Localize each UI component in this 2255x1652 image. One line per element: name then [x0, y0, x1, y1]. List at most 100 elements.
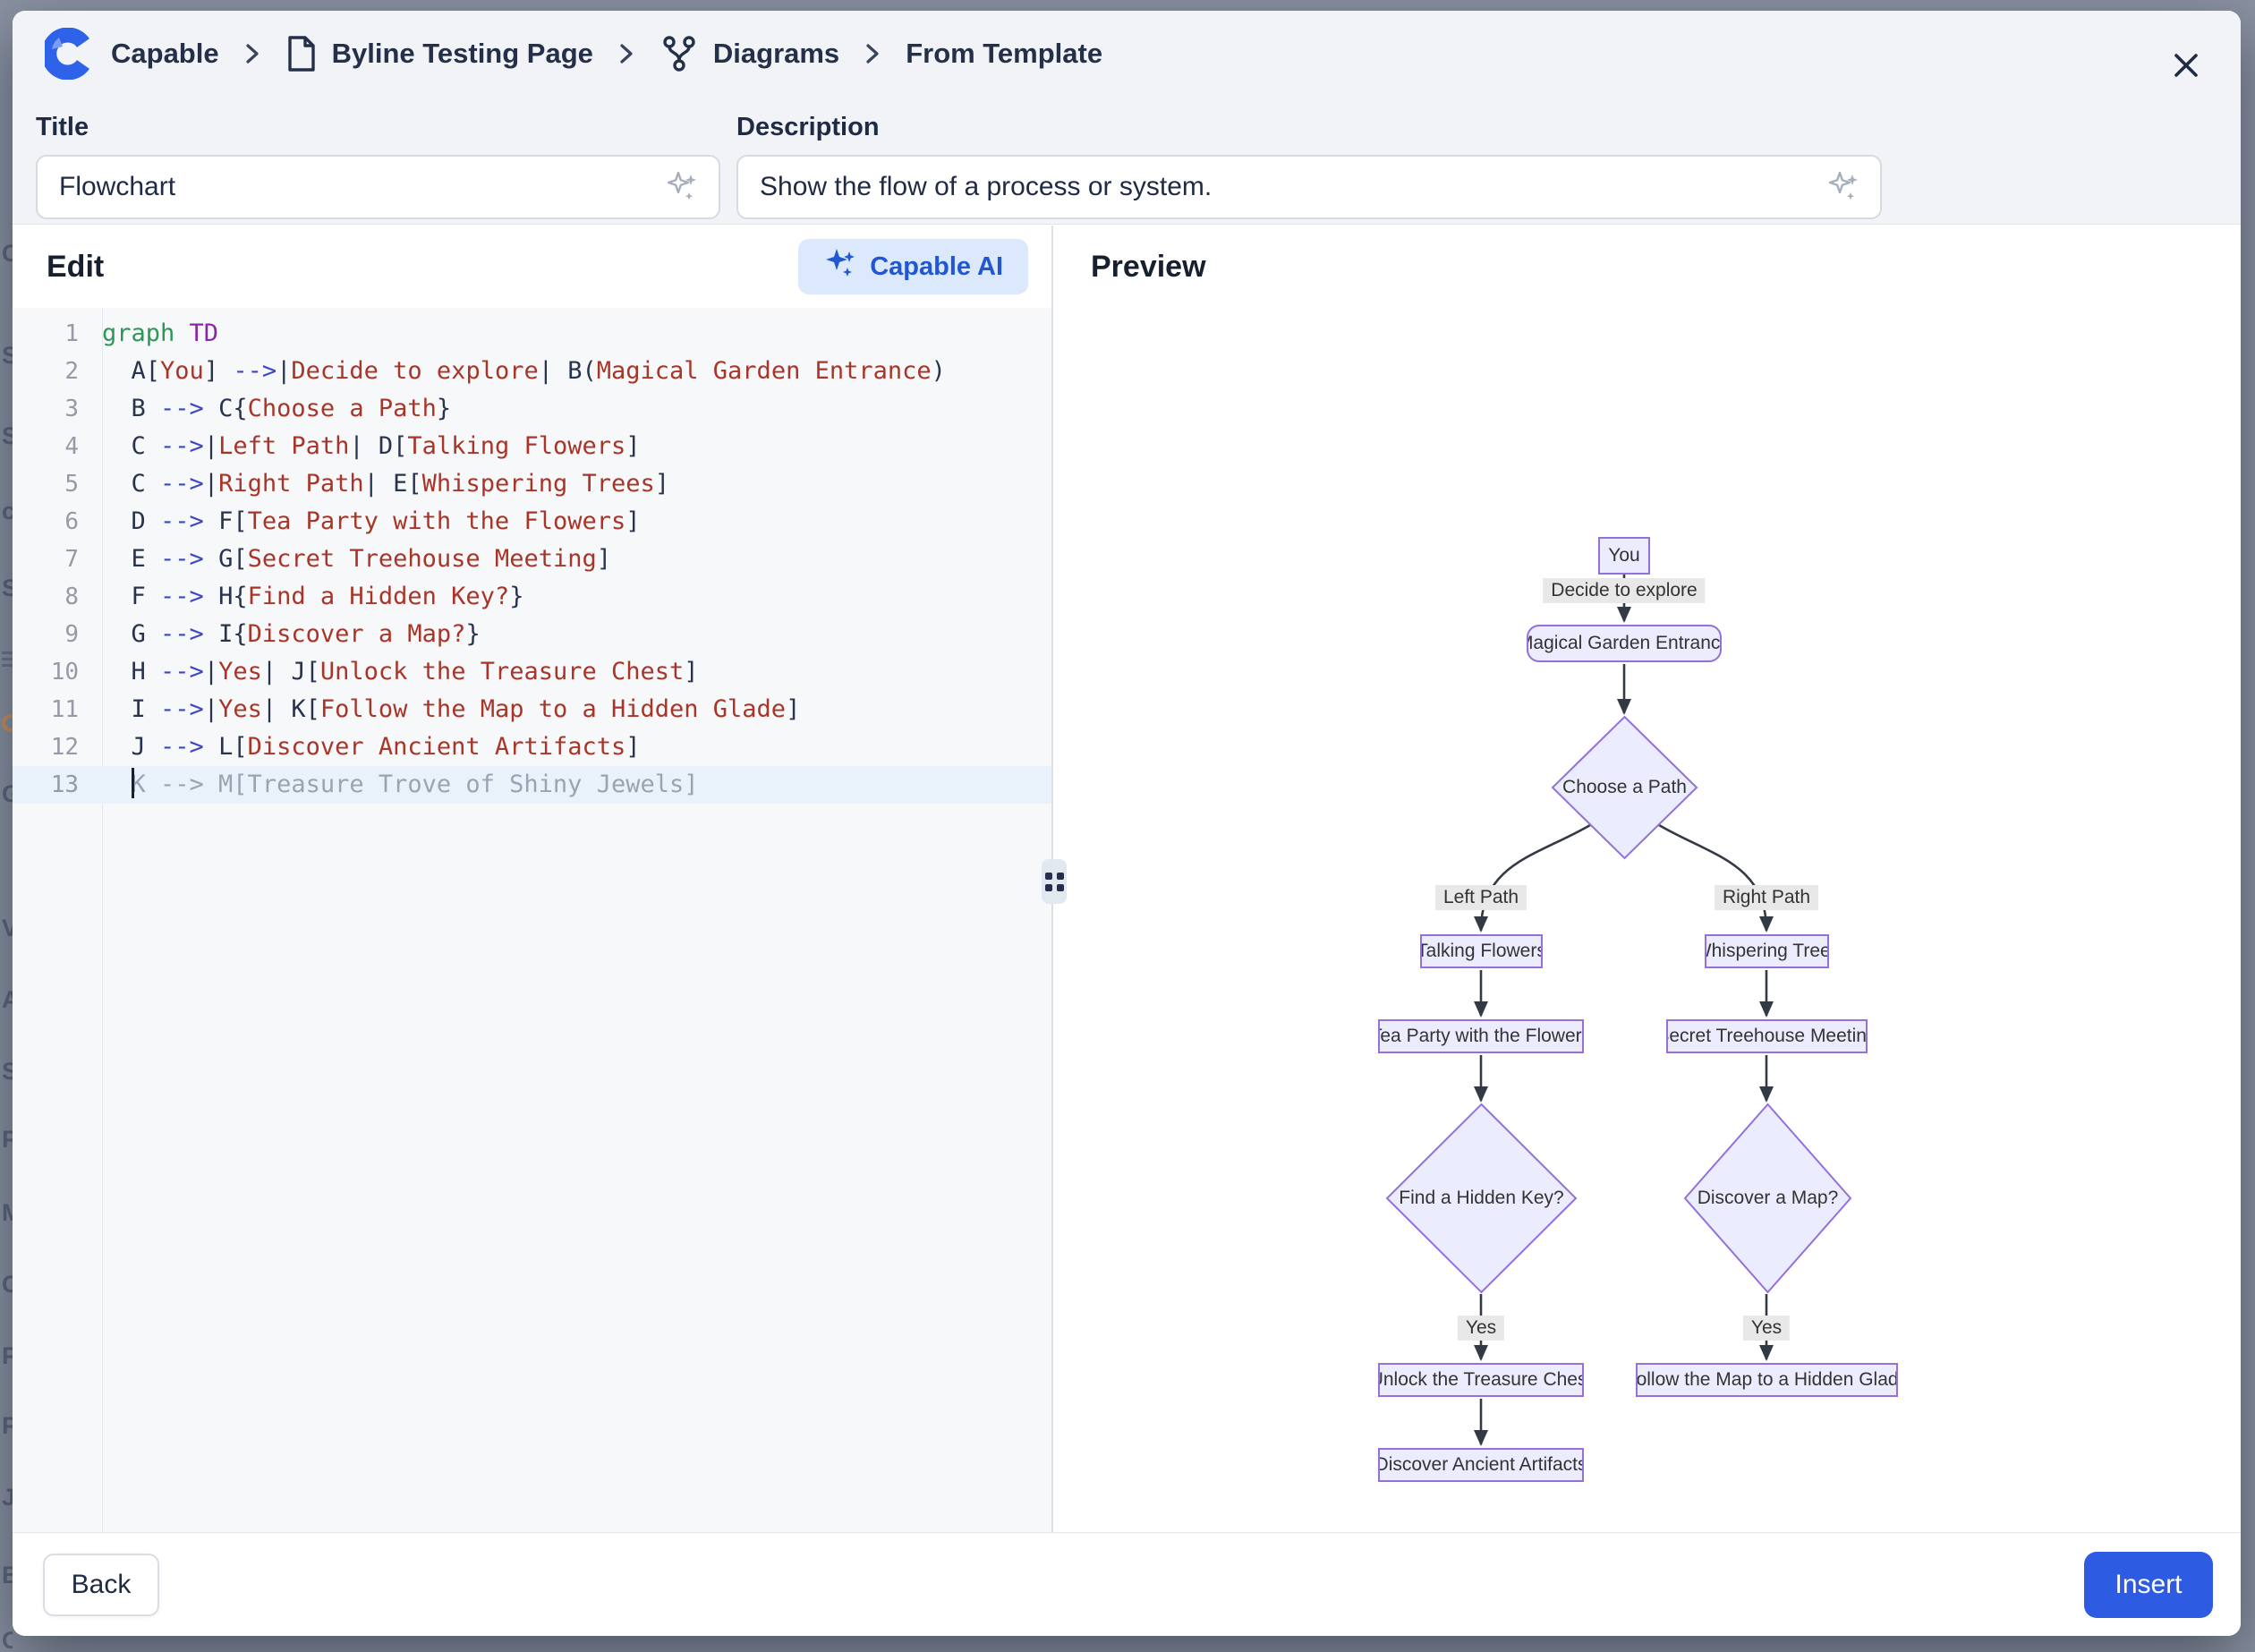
background-text-fragment: SH [2, 422, 13, 450]
code-token: TD [190, 319, 219, 347]
code-token: F[ [204, 507, 248, 535]
code-line[interactable]: 7 E --> G[Secret Treehouse Meeting] [13, 541, 1051, 578]
code-token: ] [655, 470, 669, 498]
breadcrumb-item-diagrams[interactable]: Diagrams [659, 34, 839, 73]
code-token: } [465, 620, 480, 648]
code-line[interactable]: 12 J --> L[Discover Ancient Artifacts] [13, 728, 1051, 766]
flow-node: Discover Ancient Artifacts [1378, 1448, 1584, 1482]
code-token: Right Path [218, 470, 364, 498]
line-content: C -->|Right Path| E[Whispering Trees] [102, 465, 1051, 503]
insert-button[interactable]: Insert [2084, 1552, 2213, 1618]
code-line[interactable]: 4 C -->|Left Path| D[Talking Flowers] [13, 428, 1051, 465]
code-token: --> [160, 733, 204, 761]
breadcrumb-item-capable[interactable]: Capable [45, 28, 219, 80]
code-token: Follow the Map to a Hidden Glade [320, 695, 786, 723]
flow-node-label: Find a Hidden Key? [1399, 1188, 1563, 1209]
breadcrumb-item-from-template[interactable]: From Template [906, 38, 1102, 70]
capable-ai-button[interactable]: Capable AI [798, 239, 1028, 294]
flow-edge-label: Right Path [1715, 885, 1818, 910]
background-text-fragment: Go [2, 780, 13, 808]
flowchart-edges [1055, 308, 2241, 1532]
code-token: C [102, 432, 160, 460]
background-text-fragment: Se [2, 1058, 13, 1086]
code-token: ] [684, 658, 698, 685]
code-token: | D[ [349, 432, 407, 460]
line-content: A[You] -->|Decide to explore| B(Magical … [102, 353, 1051, 390]
pane-resize-handle[interactable] [1042, 859, 1067, 904]
code-token: --> [160, 432, 204, 460]
code-line[interactable]: 5 C -->|Right Path| E[Whispering Trees] [13, 465, 1051, 503]
code-token: Yes [218, 658, 262, 685]
background-text-fragment: Pr [2, 1126, 13, 1154]
breadcrumb-label: From Template [906, 38, 1102, 70]
code-token: F [102, 583, 160, 610]
code-token: graph [102, 319, 174, 347]
code-token: --> [160, 507, 204, 535]
line-content: H -->|Yes| J[Unlock the Treasure Chest] [102, 653, 1051, 691]
line-content: F --> H{Find a Hidden Key?} [102, 578, 1051, 616]
sparkle-icon[interactable] [663, 167, 701, 205]
code-line[interactable]: 8 F --> H{Find a Hidden Key?} [13, 578, 1051, 616]
flow-node: Follow the Map to a Hidden Glade [1636, 1363, 1898, 1397]
code-editor[interactable]: 1graph TD2 A[You] -->|Decide to explore|… [13, 308, 1051, 1532]
line-number: 7 [13, 541, 102, 578]
background-text-fragment: Se [2, 575, 13, 602]
flow-edge-label: Decide to explore [1543, 578, 1705, 603]
code-token: L[ [204, 733, 248, 761]
code-token: Discover a Map? [248, 620, 466, 648]
line-content: K --> M[Treasure Trove of Shiny Jewels] [102, 766, 1051, 804]
code-token: I [102, 695, 160, 723]
background-lines-icon [2, 648, 13, 670]
line-content: I -->|Yes| K[Follow the Map to a Hidden … [102, 691, 1051, 728]
background-text-fragment: M [2, 1199, 13, 1227]
title-input[interactable] [36, 155, 720, 219]
code-token: Left Path [218, 432, 349, 460]
breadcrumb-label: Diagrams [713, 38, 839, 70]
close-icon[interactable] [2167, 47, 2205, 84]
code-token: E [102, 545, 160, 573]
code-token: } [437, 395, 451, 422]
line-content: J --> L[Discover Ancient Artifacts] [102, 728, 1051, 766]
code-line[interactable]: 3 B --> C{Choose a Path} [13, 390, 1051, 428]
preview-heading: Preview [1091, 226, 1206, 308]
line-number: 9 [13, 616, 102, 653]
code-line[interactable]: 11 I -->|Yes| K[Follow the Map to a Hidd… [13, 691, 1051, 728]
back-button[interactable]: Back [43, 1554, 159, 1616]
code-line[interactable]: 6 D --> F[Tea Party with the Flowers] [13, 503, 1051, 541]
code-line[interactable]: 13 K --> M[Treasure Trove of Shiny Jewel… [13, 766, 1051, 804]
background-text-fragment: Ca [2, 1627, 13, 1652]
flow-edge-label: Yes [1743, 1316, 1790, 1341]
background-text-fragment: Cl [2, 1271, 13, 1299]
code-line[interactable]: 2 A[You] -->|Decide to explore| B(Magica… [13, 353, 1051, 390]
code-token: | E[ [364, 470, 422, 498]
sparkle-icon[interactable] [1825, 167, 1862, 205]
code-line[interactable]: 1graph TD [13, 315, 1051, 353]
background-text-fragment: co [2, 498, 13, 525]
title-field-group: Title [36, 113, 720, 219]
flow-node: Unlock the Treasure Chest [1378, 1363, 1584, 1397]
flow-node: Whispering Trees [1705, 934, 1829, 968]
code-line[interactable]: 10 H -->|Yes| J[Unlock the Treasure Ches… [13, 653, 1051, 691]
code-token: ] [625, 507, 640, 535]
background-text-fragment: Ar [2, 986, 13, 1014]
code-token: G[ [204, 545, 248, 573]
line-number: 8 [13, 578, 102, 616]
code-token: | J[ [262, 658, 320, 685]
background-text-fragment: Co [2, 240, 13, 268]
description-input[interactable] [736, 155, 1882, 219]
code-token: | [277, 357, 291, 385]
code-token: You [160, 357, 204, 385]
code-token: | [204, 432, 218, 460]
app-root: CoSpSHcoSeGoViArSePrMClPrPrJuByCa Capabl… [0, 0, 2255, 1652]
modal-footer: Back Insert [13, 1532, 2241, 1636]
line-number: 1 [13, 315, 102, 353]
line-content: B --> C{Choose a Path} [102, 390, 1051, 428]
code-token: B [102, 395, 160, 422]
line-content: E --> G[Secret Treehouse Meeting] [102, 541, 1051, 578]
code-line[interactable]: 9 G --> I{Discover a Map?} [13, 616, 1051, 653]
flow-edge [1481, 825, 1590, 931]
code-token: --> [233, 357, 277, 385]
line-content: graph TD [102, 315, 1051, 353]
breadcrumb-item-byline-testing-page[interactable]: Byline Testing Page [285, 35, 593, 72]
code-token: } [509, 583, 523, 610]
